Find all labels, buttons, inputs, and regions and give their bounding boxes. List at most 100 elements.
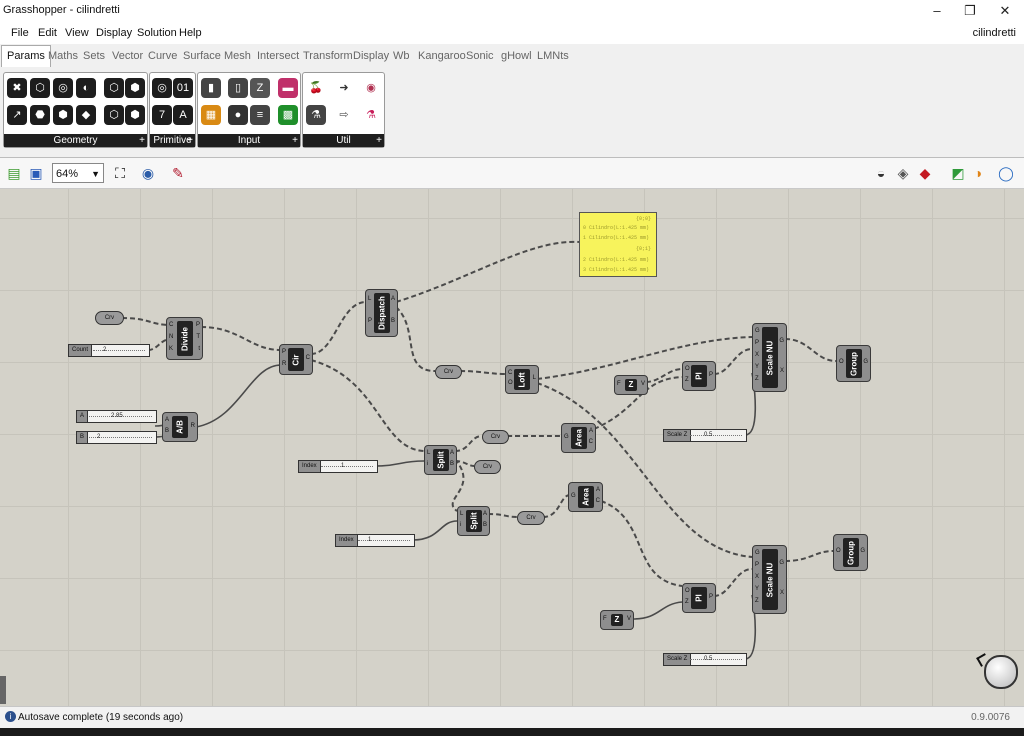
point-param-icon[interactable]: ✖: [7, 78, 27, 98]
tab-wb[interactable]: Wb: [393, 50, 410, 62]
divide-component[interactable]: C N K Divide P T t: [166, 317, 203, 360]
preview-wireframe-icon[interactable]: ◒: [871, 163, 891, 183]
zoom-select[interactable]: 64% ▼: [52, 163, 104, 183]
surface-param-icon[interactable]: ⬡: [104, 78, 124, 98]
tab-surface[interactable]: Surface: [183, 50, 221, 62]
grasshopper-canvas[interactable]: Crv Crv Crv Crv Crv Count 2 A 2.85 B 2 I…: [0, 189, 1024, 706]
scale-z-slider[interactable]: Scale Z 0.5: [663, 429, 747, 442]
menu-display[interactable]: Display: [96, 27, 132, 39]
curve-param[interactable]: Crv: [474, 460, 501, 474]
gradient-icon[interactable]: ▬: [278, 78, 298, 98]
open-file-icon[interactable]: ▤: [4, 163, 24, 183]
zoom-extents-icon[interactable]: ⛶: [110, 163, 130, 183]
scale-z-slider[interactable]: Scale Z 0.5: [663, 653, 747, 666]
close-button[interactable]: ✕: [990, 2, 1020, 20]
boolean-param-icon[interactable]: 01: [173, 78, 193, 98]
brep-param-icon[interactable]: ◆: [76, 105, 96, 125]
tab-params[interactable]: Params: [1, 45, 51, 67]
b-slider[interactable]: B 2: [76, 431, 157, 444]
expand-icon[interactable]: +: [187, 134, 193, 147]
circle-component[interactable]: P R Cir C: [279, 344, 313, 375]
knob-icon[interactable]: ●: [228, 105, 248, 125]
division-component[interactable]: A B A/B R: [162, 412, 198, 442]
tab-sets[interactable]: Sets: [83, 50, 105, 62]
minimize-button[interactable]: –: [922, 2, 952, 20]
document-preview-icon[interactable]: ◩: [948, 163, 968, 183]
a-slider[interactable]: A 2.85: [76, 410, 157, 423]
jump-icon[interactable]: ⇨: [334, 105, 354, 125]
tab-vector[interactable]: Vector: [112, 50, 143, 62]
integer-param-icon[interactable]: ◎: [152, 78, 172, 98]
maximize-button[interactable]: ❐: [955, 2, 985, 20]
circle-param-icon[interactable]: ⬡: [30, 78, 50, 98]
tab-display[interactable]: Display: [353, 50, 389, 62]
menu-help[interactable]: Help: [179, 27, 202, 39]
graph-mapper-icon[interactable]: ▦: [201, 105, 221, 125]
tab-curve[interactable]: Curve: [148, 50, 177, 62]
plane-param-icon[interactable]: ⬣: [30, 105, 50, 125]
menu-solution[interactable]: Solution: [137, 27, 177, 39]
z-vector-component[interactable]: F Z V: [614, 375, 648, 395]
curve-param[interactable]: Crv: [435, 365, 462, 379]
loft-component[interactable]: C O Loft L: [505, 365, 539, 394]
menu-file[interactable]: File: [11, 27, 29, 39]
tab-maths[interactable]: Maths: [48, 50, 78, 62]
preview-shaded-icon[interactable]: ◈: [893, 163, 913, 183]
preview-selected-icon[interactable]: ◆: [915, 163, 935, 183]
cherry-picker-icon[interactable]: 🍒: [306, 78, 326, 98]
tab-lmnts[interactable]: LMNts: [537, 50, 569, 62]
group-component[interactable]: O Group G: [833, 534, 868, 571]
field-param-icon[interactable]: ⬡: [104, 105, 124, 125]
area-component[interactable]: G Area A C: [561, 423, 596, 453]
group-component[interactable]: O Group G: [836, 345, 871, 382]
mesh-quality-icon[interactable]: ◑: [968, 163, 988, 183]
curve-param[interactable]: Crv: [482, 430, 509, 444]
index-slider[interactable]: Index 1: [298, 460, 378, 473]
expand-icon[interactable]: +: [139, 134, 145, 147]
area-component[interactable]: G Area A C: [568, 482, 603, 512]
curve-param-icon[interactable]: ◐: [76, 78, 96, 98]
line-param-icon[interactable]: ↗: [7, 105, 27, 125]
button-icon[interactable]: ▯: [228, 78, 248, 98]
image-sampler-icon[interactable]: ▩: [278, 105, 298, 125]
plane-component[interactable]: O Z Pl P: [682, 361, 716, 391]
plane-component[interactable]: O Z Pl P: [682, 583, 716, 613]
relay-icon[interactable]: ➜: [334, 78, 354, 98]
dispatch-component[interactable]: L P Dispatch A B: [365, 289, 398, 337]
output-panel[interactable]: {0;0} 0 Cilindro(L:1.425 mm) 1 Cilindro(…: [579, 212, 657, 277]
text-param-icon[interactable]: A: [173, 105, 193, 125]
data-dam-icon[interactable]: ◉: [361, 78, 381, 98]
tab-kangaroo[interactable]: Kangaroo: [418, 50, 466, 62]
tab-ghowl[interactable]: gHowl: [501, 50, 532, 62]
tab-mesh[interactable]: Mesh: [224, 50, 251, 62]
expand-icon[interactable]: +: [292, 134, 298, 147]
flask-icon[interactable]: ⚗: [361, 105, 381, 125]
display-mode-icon[interactable]: ◯: [996, 163, 1016, 183]
index-slider[interactable]: Index 1: [335, 534, 415, 547]
value-list-icon[interactable]: ≡: [250, 105, 270, 125]
box-param-icon[interactable]: ⬢: [53, 105, 73, 125]
toggle-icon[interactable]: ▮: [201, 78, 221, 98]
split-list-component[interactable]: L i Split A B: [457, 506, 490, 536]
scale-nu-component[interactable]: G P X Y Z Scale NU G X: [752, 545, 787, 614]
menu-view[interactable]: View: [65, 27, 89, 39]
tab-transform[interactable]: Transform: [303, 50, 353, 62]
slider-icon[interactable]: Z: [250, 78, 270, 98]
tab-intersect[interactable]: Intersect: [257, 50, 299, 62]
count-slider[interactable]: Count 2: [68, 344, 150, 357]
tab-sonic[interactable]: Sonic: [466, 50, 494, 62]
mesh-param-icon[interactable]: ⬢: [125, 78, 145, 98]
galapagos-icon[interactable]: ⚗: [306, 105, 326, 125]
geometry-param-icon[interactable]: ⬢: [125, 105, 145, 125]
sketch-icon[interactable]: ✎: [168, 163, 188, 183]
expand-icon[interactable]: +: [376, 134, 382, 147]
canvas-scroll-edge[interactable]: [0, 676, 6, 704]
menu-edit[interactable]: Edit: [38, 27, 57, 39]
split-list-component[interactable]: L i Split A B: [424, 445, 457, 475]
z-vector-component[interactable]: F Z V: [600, 610, 634, 630]
number-param-icon[interactable]: 7: [152, 105, 172, 125]
scale-nu-component[interactable]: G P X Y Z Scale NU G X: [752, 323, 787, 392]
curve-param[interactable]: Crv: [95, 311, 124, 325]
save-file-icon[interactable]: ▣: [26, 163, 46, 183]
curve-param[interactable]: Crv: [517, 511, 545, 525]
